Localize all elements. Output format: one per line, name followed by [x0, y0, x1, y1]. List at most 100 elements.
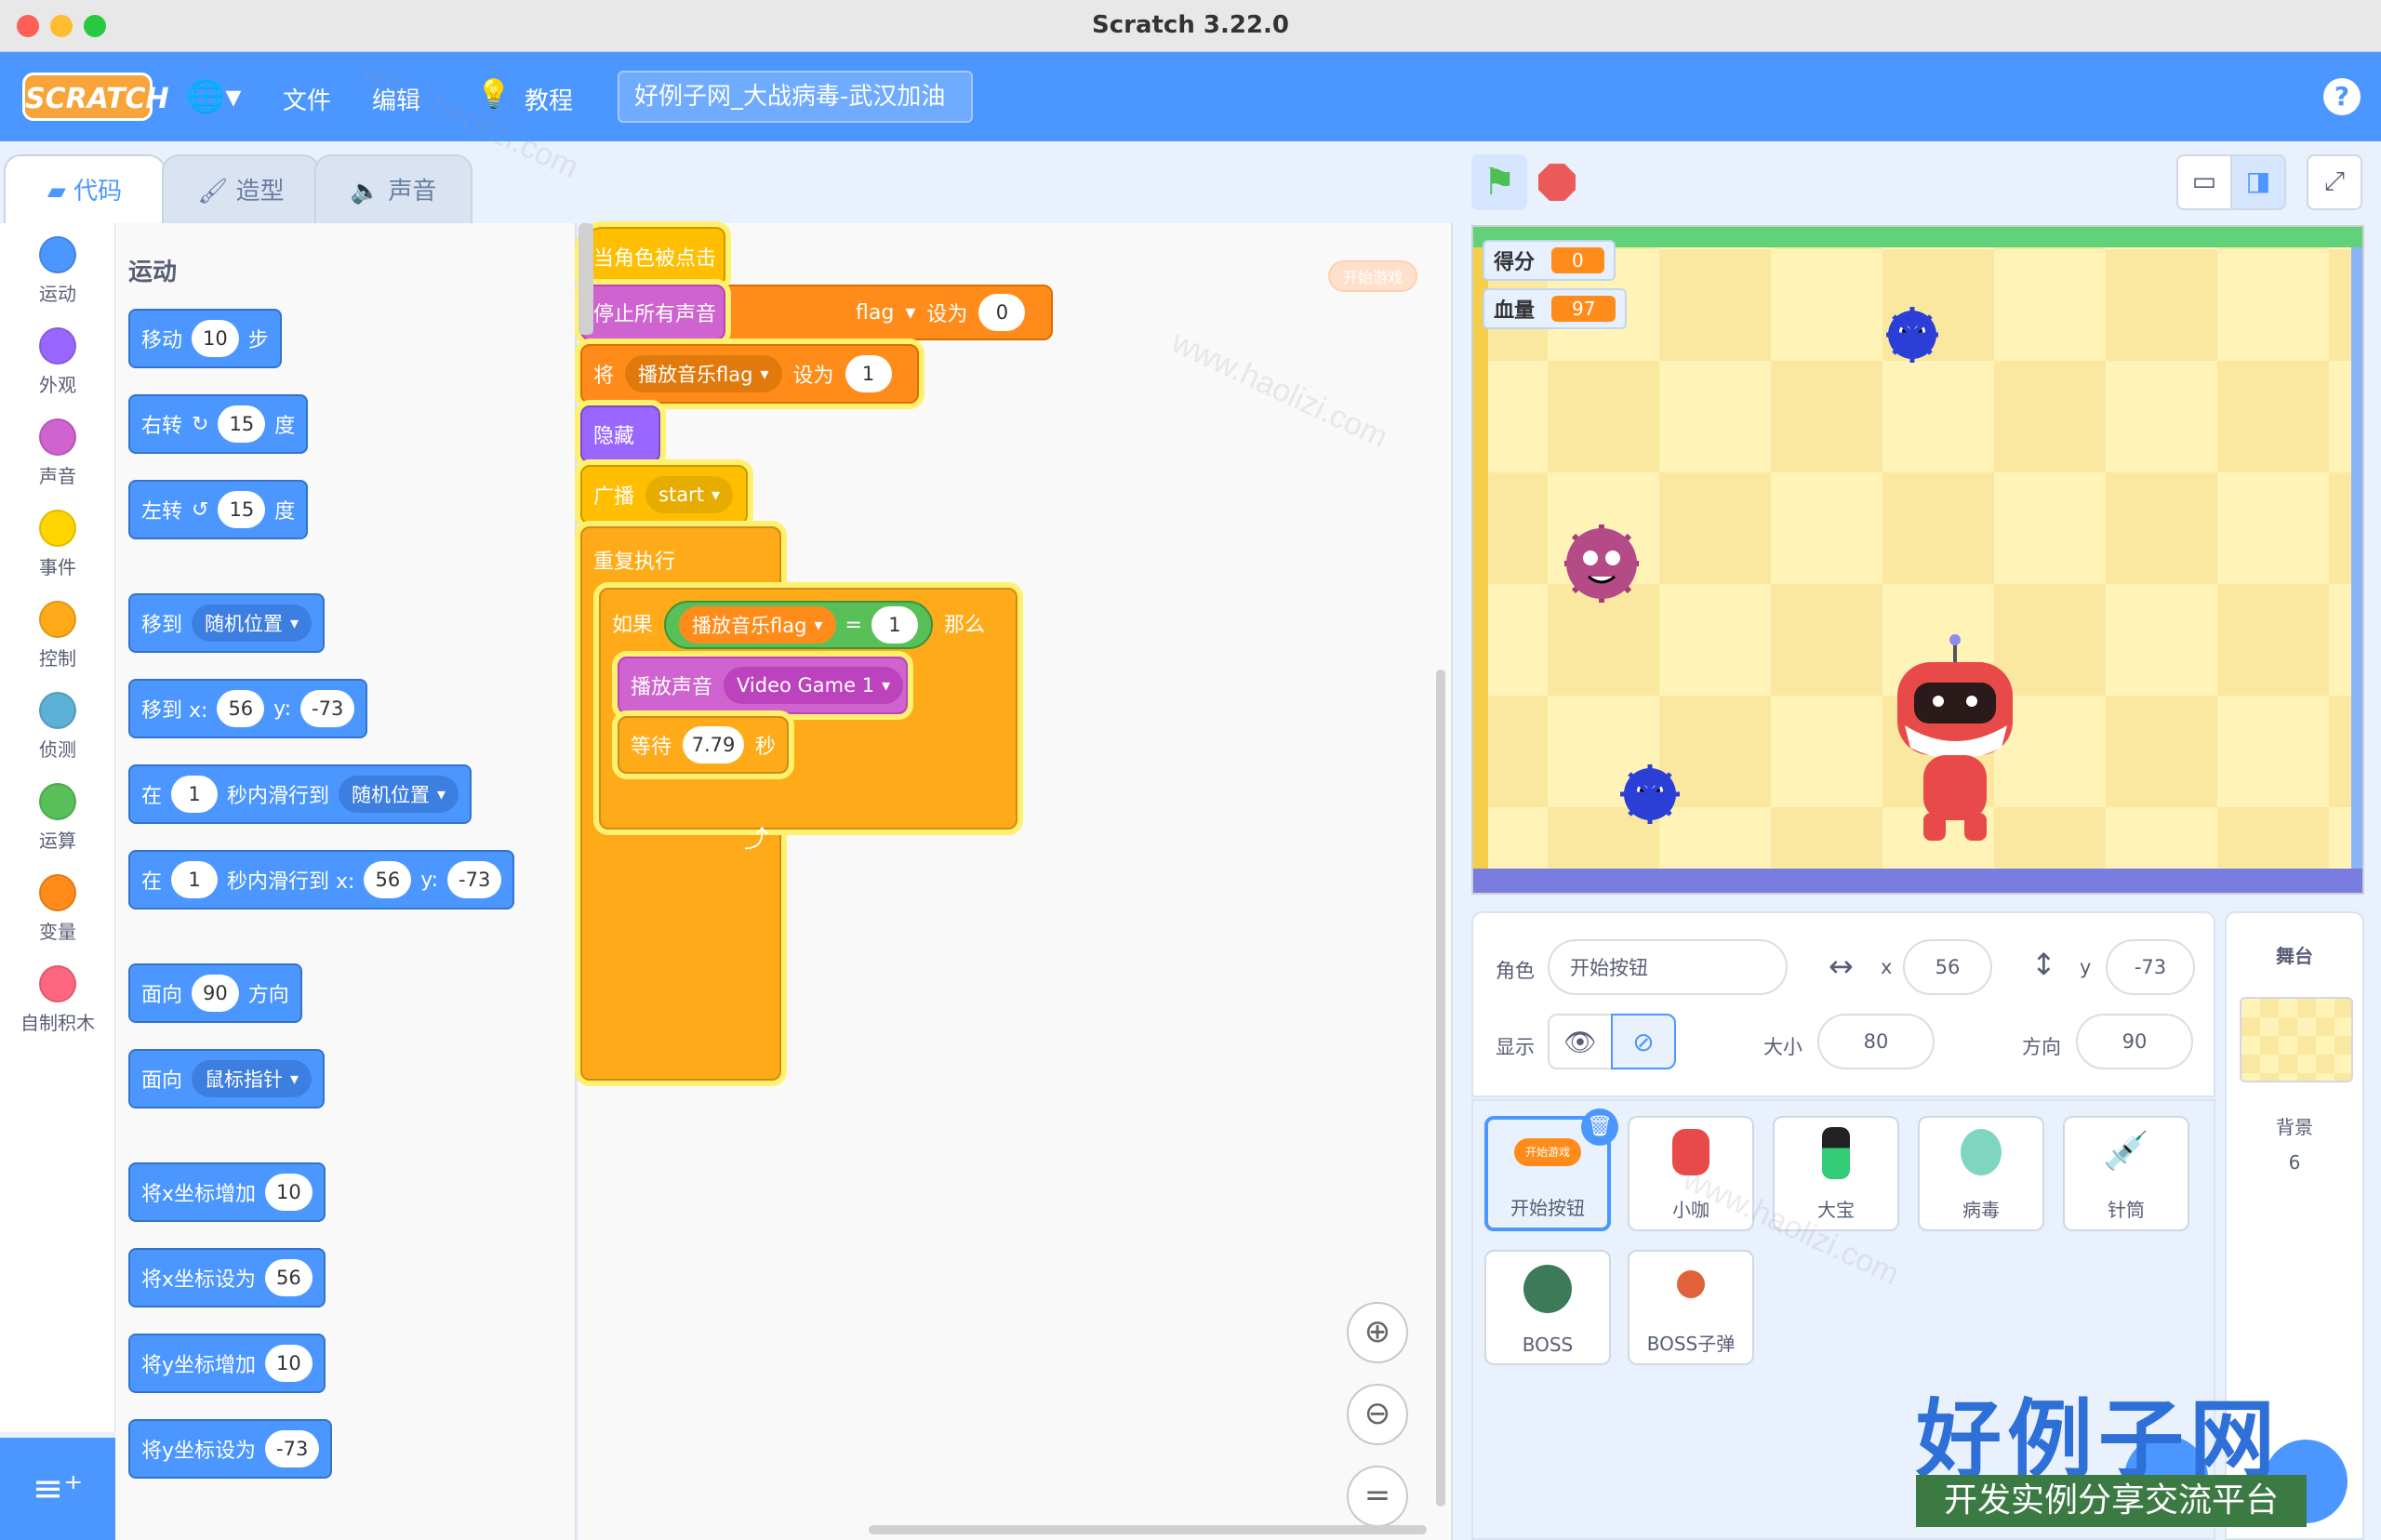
category-sensing[interactable]: 侦测 [0, 692, 115, 762]
block-input[interactable]: 1 [171, 776, 219, 813]
move-steps-block[interactable]: 移动 10 步 [128, 309, 282, 368]
zoom-reset-button[interactable]: = [1347, 1466, 1408, 1527]
variable-reporter[interactable]: 播放音乐flag [679, 606, 836, 644]
fullscreen-button[interactable]: ⤢ [2307, 154, 2362, 210]
set-y-block[interactable]: 将y坐标设为 -73 [128, 1419, 333, 1479]
block-input[interactable]: 56 [364, 861, 412, 898]
category-operators[interactable]: 运算 [0, 783, 115, 853]
play-sound-block[interactable]: 播放声音 Video Game 1 [618, 657, 908, 714]
language-globe-icon[interactable]: 🌐▾ [186, 78, 241, 115]
block-input[interactable]: 15 [218, 491, 266, 528]
sprite-name-input[interactable]: 开始按钮 [1548, 939, 1788, 995]
set-music-flag-block[interactable]: 将播放音乐flag 设为 1 [580, 344, 919, 404]
speaker-icon: 🔈 [350, 178, 389, 206]
stop-button[interactable] [1538, 164, 1576, 201]
backdrop-thumbnail[interactable] [2240, 997, 2353, 1082]
zoom-out-button[interactable]: ⊖ [1347, 1384, 1408, 1445]
tab-code-label: 代码 [73, 178, 123, 206]
broadcast-dropdown[interactable]: start [645, 476, 733, 513]
y-label: y [2080, 956, 2092, 978]
y-input[interactable]: -73 [2106, 939, 2195, 995]
vertical-scrollbar[interactable] [1436, 670, 1445, 1507]
sprite-tile[interactable]: BOSS子弹 [1628, 1250, 1754, 1365]
block-dropdown[interactable]: 随机位置 [192, 604, 313, 642]
category-label: 侦测 [39, 738, 76, 761]
point-direction-block[interactable]: 面向 90 方向 [128, 963, 302, 1023]
category-events[interactable]: 事件 [0, 510, 115, 579]
sprite-tile[interactable]: 💉 针筒 [2063, 1116, 2189, 1231]
tab-costumes[interactable]: 🖌 造型 [162, 154, 320, 225]
block-input[interactable]: 1 [171, 861, 219, 898]
category-control[interactable]: 控制 [0, 601, 115, 670]
small-stage-button[interactable]: ▭ [2176, 154, 2232, 210]
turn-left-block[interactable]: 左转 ↺ 15 度 [128, 480, 309, 539]
glide-xy-block[interactable]: 在 1 秒内滑行到 x: 56 y: -73 [128, 850, 515, 909]
category-my-blocks[interactable]: 自制积木 [0, 965, 115, 1035]
x-input[interactable]: 56 [1903, 939, 1992, 995]
category-sound[interactable]: 声音 [0, 418, 115, 488]
comment-note[interactable]: 开始游戏 [1328, 260, 1417, 292]
block-input[interactable]: 56 [265, 1259, 313, 1296]
glide-block[interactable]: 在 1 秒内滑行到 随机位置 [128, 764, 472, 824]
large-stage-button[interactable]: ◨ [2230, 154, 2286, 210]
set-x-block[interactable]: 将x坐标设为 56 [128, 1248, 326, 1308]
block-input[interactable]: 90 [192, 975, 239, 1012]
add-extension-button[interactable]: ≡⁺ [0, 1438, 115, 1540]
sprite-tile[interactable]: BOSS [1484, 1250, 1611, 1365]
block-input[interactable]: -73 [265, 1430, 320, 1467]
change-y-block[interactable]: 将y坐标增加 10 [128, 1334, 326, 1393]
wait-block[interactable]: 等待 7.79 秒 [618, 716, 789, 774]
set-variable-block[interactable]: flag ▾ 设为 0 [709, 285, 1053, 340]
goto-xy-block[interactable]: 移到 x: 56 y: -73 [128, 679, 368, 738]
delete-sprite-icon[interactable]: 🗑 [1581, 1109, 1618, 1146]
goto-block[interactable]: 移到 随机位置 [128, 593, 326, 653]
show-visible-button[interactable]: 👁 [1548, 1014, 1613, 1069]
variable-dropdown[interactable]: 播放音乐flag [625, 355, 782, 392]
scratch-logo[interactable]: SCRATCH [22, 73, 169, 121]
palette-scrollbar[interactable] [579, 223, 593, 335]
block-input[interactable]: 10 [192, 320, 239, 357]
block-input[interactable]: 15 [218, 405, 266, 443]
block-dropdown[interactable]: 随机位置 [339, 776, 459, 813]
stage-canvas[interactable]: 得分 0 血量 97 [1471, 225, 2364, 895]
watermark-slogan: 开发实例分享交流平台 [1916, 1475, 2307, 1527]
broadcast-block[interactable]: 广播 start [580, 465, 748, 524]
sound-dropdown[interactable]: Video Game 1 [724, 667, 904, 704]
equals-operator[interactable]: 播放音乐flag = 1 [664, 601, 933, 649]
block-input[interactable]: 1 [845, 355, 892, 392]
category-label: 外观 [39, 374, 76, 396]
size-input[interactable]: 80 [1817, 1014, 1935, 1069]
when-sprite-clicked-hat[interactable]: 当角色被点击 [580, 227, 725, 286]
block-input[interactable]: 56 [217, 690, 265, 727]
point-towards-block[interactable]: 面向 鼠标指针 [128, 1049, 326, 1109]
block-input[interactable]: 0 [978, 294, 1026, 331]
direction-input[interactable]: 90 [2076, 1014, 2193, 1069]
turn-right-block[interactable]: 右转 ↻ 15 度 [128, 394, 309, 454]
block-input[interactable]: 10 [265, 1345, 313, 1382]
project-title-input[interactable]: 好例子网_大战病毒-武汉加油 [618, 71, 973, 123]
stop-all-sounds-block[interactable]: 停止所有声音 [580, 285, 725, 340]
help-icon[interactable]: ? [2323, 78, 2361, 115]
change-x-block[interactable]: 将x坐标增加 10 [128, 1162, 326, 1222]
hide-block[interactable]: 隐藏 [580, 405, 660, 463]
sprite-tile[interactable]: 病毒 [1918, 1116, 2044, 1231]
block-input[interactable]: -73 [447, 861, 502, 898]
hide-visible-button[interactable]: ⊘ [1611, 1014, 1676, 1069]
tutorials-menu[interactable]: 教程 [525, 82, 573, 116]
x-label: x [1881, 956, 1893, 978]
block-input[interactable]: 7.79 [683, 726, 744, 763]
horizontal-scrollbar[interactable] [869, 1525, 1427, 1534]
category-motion[interactable]: 运动 [0, 236, 115, 306]
file-menu[interactable]: 文件 [283, 82, 331, 116]
category-variables[interactable]: 变量 [0, 874, 115, 944]
tab-code[interactable]: ▰ 代码 [4, 154, 166, 225]
tab-sounds[interactable]: 🔈 声音 [314, 154, 472, 225]
block-input[interactable]: -73 [300, 690, 355, 727]
block-input[interactable]: 1 [871, 606, 918, 644]
sprite-tile[interactable]: 开始游戏 开始按钮 🗑 [1484, 1109, 1618, 1231]
category-looks[interactable]: 外观 [0, 327, 115, 397]
block-dropdown[interactable]: 鼠标指针 [192, 1060, 313, 1097]
green-flag-button[interactable]: ⚑ [1471, 154, 1527, 210]
zoom-in-button[interactable]: ⊕ [1347, 1302, 1408, 1363]
block-input[interactable]: 10 [265, 1174, 313, 1211]
